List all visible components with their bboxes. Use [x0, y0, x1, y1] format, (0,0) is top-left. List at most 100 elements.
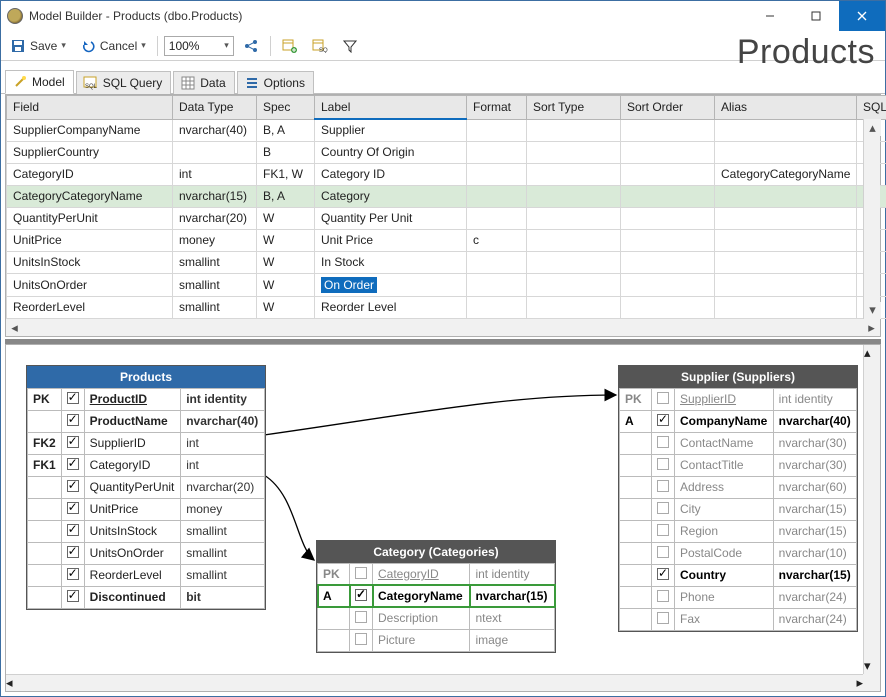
cell-spec[interactable]: W: [257, 296, 315, 318]
cell-dataType[interactable]: nvarchar(40): [173, 119, 257, 141]
cell-label[interactable]: On Order: [315, 273, 467, 296]
cell-sortType[interactable]: [527, 251, 621, 273]
entity-column-row[interactable]: Pictureimage: [318, 629, 555, 651]
window-maximize-button[interactable]: [793, 1, 839, 31]
cell-spec[interactable]: W: [257, 273, 315, 296]
checkbox-cell[interactable]: [652, 564, 675, 586]
checkbox-icon[interactable]: [657, 524, 669, 536]
checkbox-cell[interactable]: [350, 585, 373, 607]
col-alias[interactable]: Alias: [715, 96, 857, 120]
entity-column-row[interactable]: PostalCodenvarchar(10): [620, 542, 857, 564]
checkbox-cell[interactable]: [61, 520, 84, 542]
scroll-left-icon[interactable]: ◂: [6, 319, 23, 336]
table-row[interactable]: SupplierCountryBCountry Of Origin: [7, 141, 886, 163]
scroll-down-icon[interactable]: ▾: [864, 302, 881, 319]
cell-label[interactable]: Reorder Level: [315, 296, 467, 318]
entity-column-row[interactable]: Countrynvarchar(15): [620, 564, 857, 586]
checkbox-icon[interactable]: [355, 633, 367, 645]
cell-sortType[interactable]: [527, 207, 621, 229]
cell-dataType[interactable]: smallint: [173, 273, 257, 296]
cell-format[interactable]: [467, 207, 527, 229]
checkbox-cell[interactable]: [61, 586, 84, 608]
save-button[interactable]: Save ▾: [5, 35, 71, 57]
entity-column-row[interactable]: QuantityPerUnitnvarchar(20): [28, 476, 265, 498]
table-row[interactable]: UnitsOnOrdersmallintWOn Order: [7, 273, 886, 296]
entity-column-row[interactable]: ContactNamenvarchar(30): [620, 432, 857, 454]
checkbox-icon[interactable]: [67, 590, 79, 602]
tab-data[interactable]: Data: [173, 71, 234, 94]
checkbox-cell[interactable]: [652, 476, 675, 498]
cell-field[interactable]: UnitsInStock: [7, 251, 173, 273]
cell-format[interactable]: [467, 163, 527, 185]
zoom-combo[interactable]: 100% ▾: [164, 36, 234, 56]
cell-field[interactable]: UnitsOnOrder: [7, 273, 173, 296]
table-row[interactable]: ReorderLevelsmallintWReorder Level: [7, 296, 886, 318]
col-spec[interactable]: Spec: [257, 96, 315, 120]
checkbox-cell[interactable]: [61, 410, 84, 432]
checkbox-cell[interactable]: [652, 542, 675, 564]
entity-column-row[interactable]: UnitsInStocksmallint: [28, 520, 265, 542]
cell-sortType[interactable]: [527, 141, 621, 163]
col-sorttype[interactable]: Sort Type: [527, 96, 621, 120]
cell-sortType[interactable]: [527, 273, 621, 296]
cell-sortType[interactable]: [527, 296, 621, 318]
entity-column-row[interactable]: ProductNamenvarchar(40): [28, 410, 265, 432]
checkbox-icon[interactable]: [67, 568, 79, 580]
share-button[interactable]: [238, 35, 264, 57]
cell-sortOrder[interactable]: [621, 163, 715, 185]
entity-column-row[interactable]: Discontinuedbit: [28, 586, 265, 608]
cell-alias[interactable]: [715, 273, 857, 296]
cell-alias[interactable]: CategoryCategoryName: [715, 163, 857, 185]
checkbox-icon[interactable]: [355, 589, 367, 601]
scroll-down-icon[interactable]: ▾: [864, 658, 880, 674]
checkbox-cell[interactable]: [350, 629, 373, 651]
col-label[interactable]: Label: [315, 96, 467, 120]
cell-sortOrder[interactable]: [621, 251, 715, 273]
checkbox-cell[interactable]: [61, 388, 84, 410]
cell-label[interactable]: Quantity Per Unit: [315, 207, 467, 229]
cell-field[interactable]: SupplierCompanyName: [7, 119, 173, 141]
cell-dataType[interactable]: int: [173, 163, 257, 185]
col-sortorder[interactable]: Sort Order: [621, 96, 715, 120]
cell-sortType[interactable]: [527, 229, 621, 251]
cell-format[interactable]: c: [467, 229, 527, 251]
entity-column-row[interactable]: Descriptionntext: [318, 607, 555, 629]
checkbox-icon[interactable]: [657, 414, 669, 426]
checkbox-icon[interactable]: [657, 480, 669, 492]
table-row[interactable]: UnitsInStocksmallintWIn Stock: [7, 251, 886, 273]
entity-column-row[interactable]: ACategoryNamenvarchar(15): [318, 585, 555, 607]
cell-label[interactable]: Supplier: [315, 119, 467, 141]
cell-field[interactable]: UnitPrice: [7, 229, 173, 251]
cell-alias[interactable]: [715, 119, 857, 141]
diagram-canvas[interactable]: Products PKProductIDint identityProductN…: [6, 345, 863, 675]
grid-horizontal-scrollbar[interactable]: ◂ ▸: [6, 319, 880, 336]
checkbox-icon[interactable]: [657, 590, 669, 602]
checkbox-cell[interactable]: [652, 520, 675, 542]
cell-sortOrder[interactable]: [621, 119, 715, 141]
cell-sortType[interactable]: [527, 185, 621, 207]
cell-format[interactable]: [467, 185, 527, 207]
cell-spec[interactable]: W: [257, 251, 315, 273]
entity-category[interactable]: Category (Categories) PKCategoryIDint id…: [316, 540, 556, 653]
entity-column-row[interactable]: Phonenvarchar(24): [620, 586, 857, 608]
entity-column-row[interactable]: FK2SupplierIDint: [28, 432, 265, 454]
cell-alias[interactable]: [715, 185, 857, 207]
cell-label[interactable]: In Stock: [315, 251, 467, 273]
table-row[interactable]: CategoryIDintFK1, WCategory IDCategoryCa…: [7, 163, 886, 185]
entity-column-row[interactable]: Addressnvarchar(60): [620, 476, 857, 498]
entity-column-row[interactable]: PKSupplierIDint identity: [620, 388, 857, 410]
cell-spec[interactable]: W: [257, 207, 315, 229]
col-datatype[interactable]: Data Type: [173, 96, 257, 120]
cell-spec[interactable]: FK1, W: [257, 163, 315, 185]
cell-field[interactable]: CategoryID: [7, 163, 173, 185]
cell-format[interactable]: [467, 296, 527, 318]
cell-sortOrder[interactable]: [621, 229, 715, 251]
checkbox-icon[interactable]: [355, 611, 367, 623]
cell-dataType[interactable]: smallint: [173, 251, 257, 273]
cell-dataType[interactable]: smallint: [173, 296, 257, 318]
entity-column-row[interactable]: ACompanyNamenvarchar(40): [620, 410, 857, 432]
cell-alias[interactable]: [715, 251, 857, 273]
checkbox-cell[interactable]: [61, 542, 84, 564]
table-row[interactable]: CategoryCategoryNamenvarchar(15)B, ACate…: [7, 185, 886, 207]
cell-spec[interactable]: W: [257, 229, 315, 251]
